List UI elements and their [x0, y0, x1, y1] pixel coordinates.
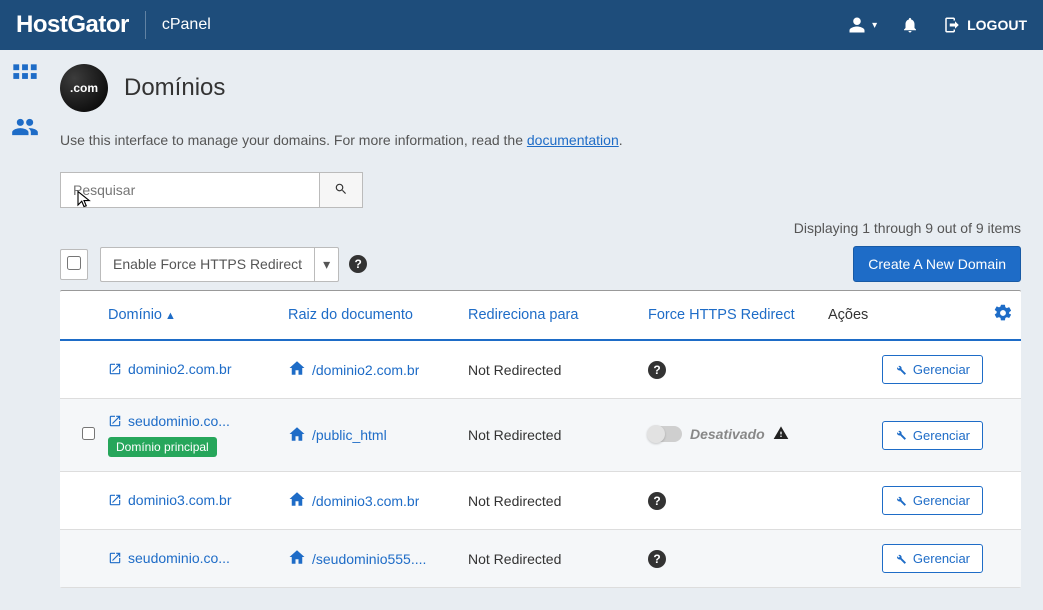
search-input[interactable]	[60, 172, 320, 208]
table-settings-icon[interactable]	[993, 303, 1013, 327]
create-domain-button[interactable]: Create A New Domain	[853, 246, 1021, 282]
brand-logo: HostGator	[16, 11, 129, 39]
domain-link[interactable]: dominio3.com.br	[108, 492, 232, 508]
logout-button[interactable]: LOGOUT	[943, 16, 1027, 34]
search-button[interactable]	[320, 172, 363, 208]
redirect-status: Not Redirected	[468, 362, 561, 378]
https-help-icon[interactable]: ?	[648, 550, 666, 568]
table-header: Domínio▲ Raiz do documento Redireciona p…	[60, 291, 1021, 341]
home-icon	[288, 425, 306, 446]
manage-button[interactable]: Gerenciar	[882, 421, 983, 450]
sort-asc-icon: ▲	[165, 310, 176, 322]
table-row: dominio3.com.br/dominio3.com.br Not Redir…	[60, 472, 1021, 530]
home-icon	[288, 548, 306, 569]
force-https-dropdown[interactable]: ▾	[314, 247, 339, 282]
display-count: Displaying 1 through 9 out of 9 items	[60, 220, 1021, 236]
domain-link[interactable]: dominio2.com.br	[108, 361, 232, 377]
home-icon	[288, 359, 306, 380]
row-checkbox[interactable]	[82, 427, 95, 440]
redirect-status: Not Redirected	[468, 427, 561, 443]
main-domain-badge: Domínio principal	[108, 437, 217, 457]
col-doc-root[interactable]: Raiz do documento	[288, 307, 468, 323]
manage-button[interactable]: Gerenciar	[882, 544, 983, 573]
doc-root-link[interactable]: /seudominio555....	[288, 548, 426, 569]
doc-root-link[interactable]: /public_html	[288, 425, 387, 446]
manage-button[interactable]: Gerenciar	[882, 355, 983, 384]
https-help-icon[interactable]: ?	[648, 492, 666, 510]
table-row: seudominio.co... Domínio principal/public…	[60, 399, 1021, 472]
toolbar: Enable Force HTTPS Redirect ▾ ? Create A…	[60, 246, 1021, 282]
logout-label: LOGOUT	[967, 17, 1027, 33]
select-all-checkbox[interactable]	[67, 256, 81, 270]
https-help-icon[interactable]: ?	[648, 361, 666, 379]
page-title: Domínios	[124, 74, 225, 102]
https-toggle[interactable]	[648, 426, 682, 442]
intro-text: Use this interface to manage your domain…	[60, 132, 1021, 148]
force-https-button[interactable]: Enable Force HTTPS Redirect	[100, 247, 314, 282]
main-content: .com Domínios Use this interface to mana…	[50, 50, 1043, 608]
redirect-status: Not Redirected	[468, 493, 561, 509]
page-header: .com Domínios	[60, 64, 1021, 112]
home-icon	[288, 490, 306, 511]
documentation-link[interactable]: documentation	[527, 132, 619, 148]
users-icon[interactable]	[11, 113, 39, 144]
domains-table: Domínio▲ Raiz do documento Redireciona p…	[60, 290, 1021, 588]
col-actions: Ações	[828, 303, 1013, 327]
https-disabled-label: Desativado	[690, 426, 765, 442]
user-menu[interactable]: ▾	[848, 16, 877, 34]
manage-button[interactable]: Gerenciar	[882, 486, 983, 515]
redirect-status: Not Redirected	[468, 551, 561, 567]
notifications-icon[interactable]	[901, 16, 919, 34]
apps-grid-icon[interactable]	[11, 62, 39, 93]
page-icon: .com	[60, 64, 108, 112]
domain-link[interactable]: seudominio.co...	[108, 413, 230, 429]
table-row: dominio2.com.br/dominio2.com.br Not Redir…	[60, 341, 1021, 399]
select-all-wrap[interactable]	[60, 249, 88, 280]
help-icon[interactable]: ?	[349, 255, 367, 273]
brand-divider	[145, 11, 146, 39]
brand-product: cPanel	[162, 16, 211, 34]
warning-icon	[773, 425, 789, 444]
table-row: seudominio.co... /seudominio555.... Not Re…	[60, 530, 1021, 588]
col-domain[interactable]: Domínio▲	[108, 307, 288, 323]
search-bar	[60, 172, 1021, 208]
sidebar	[0, 50, 50, 608]
doc-root-link[interactable]: /dominio2.com.br	[288, 359, 419, 380]
doc-root-link[interactable]: /dominio3.com.br	[288, 490, 419, 511]
col-force-https[interactable]: Force HTTPS Redirect	[648, 307, 828, 323]
domain-link[interactable]: seudominio.co...	[108, 550, 230, 566]
col-redirects[interactable]: Redireciona para	[468, 307, 648, 323]
topbar: HostGator cPanel ▾ LOGOUT	[0, 0, 1043, 50]
